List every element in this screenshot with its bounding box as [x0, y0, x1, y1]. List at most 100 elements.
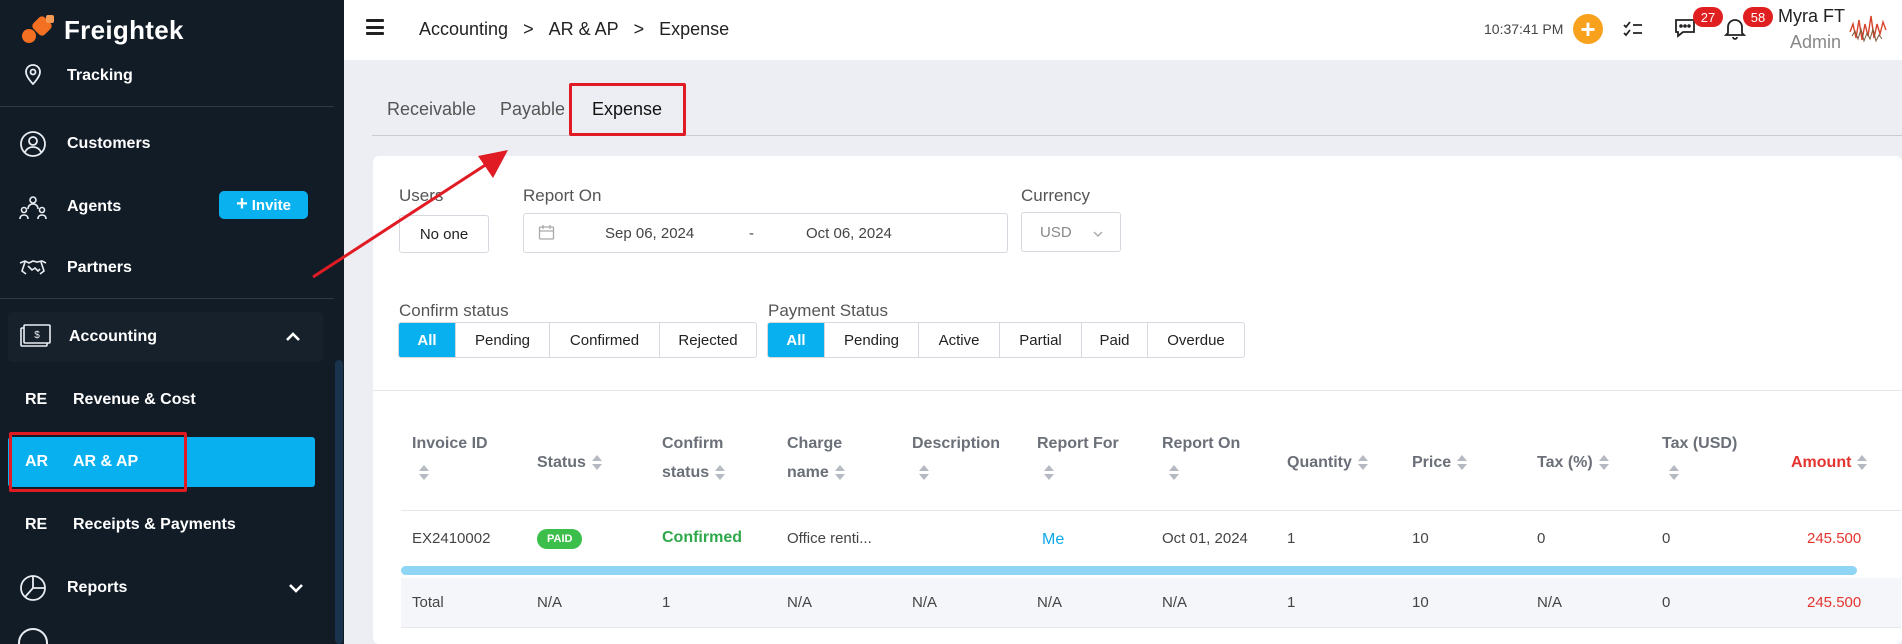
col-quantity[interactable]: Quantity	[1287, 448, 1368, 477]
sort-icon[interactable]	[1044, 464, 1054, 481]
sort-icon[interactable]	[834, 464, 845, 481]
chevron-up-icon[interactable]	[283, 327, 303, 347]
checklist-icon[interactable]	[1620, 15, 1646, 41]
sidebar-item-label: Reports	[67, 579, 128, 596]
confirm-filter-rejected[interactable]: Rejected	[660, 323, 756, 357]
col-label: Status	[537, 454, 586, 471]
sidebar-item-partners[interactable]: Partners	[0, 242, 334, 294]
subitem-label: Revenue & Cost	[73, 391, 196, 408]
user-name[interactable]: Myra FT	[1778, 6, 1845, 27]
avatar[interactable]	[1848, 12, 1888, 50]
breadcrumb-item[interactable]: AR & AP	[549, 19, 619, 40]
sidebar-scrollbar-thumb[interactable]	[335, 360, 343, 644]
date-from[interactable]: Sep 06, 2024	[605, 225, 694, 242]
tab-receivable[interactable]: Receivable	[387, 99, 476, 120]
payment-filter-paid[interactable]: Paid	[1082, 323, 1148, 357]
sort-icon[interactable]	[919, 464, 929, 481]
col-amount[interactable]: Amount	[1791, 448, 1868, 477]
cell-charge-name: Office renti...	[787, 530, 872, 547]
users-select[interactable]: No one	[399, 215, 489, 253]
breadcrumb-item[interactable]: Accounting	[419, 19, 508, 40]
col-label: Description	[912, 435, 1001, 452]
sort-icon[interactable]	[1169, 464, 1179, 481]
col-label: Invoice ID	[412, 435, 488, 452]
col-tax-usd[interactable]: Tax (USD)	[1662, 429, 1762, 487]
sidebar-item-tracking[interactable]: Tracking	[0, 50, 334, 102]
cell-report-on: Oct 01, 2024	[1162, 530, 1248, 547]
divider	[373, 390, 1902, 391]
table-horizontal-scrollbar[interactable]	[401, 566, 1857, 575]
payment-filter-active[interactable]: Active	[919, 323, 1000, 357]
confirm-filter-confirmed[interactable]: Confirmed	[550, 323, 660, 357]
total-description: N/A	[912, 594, 938, 611]
sort-icon[interactable]	[715, 464, 726, 481]
col-label: Price	[1412, 454, 1452, 471]
messages-badge: 27	[1693, 7, 1723, 27]
col-tax-pct[interactable]: Tax (%)	[1537, 448, 1609, 477]
total-quantity: 1	[1287, 594, 1296, 611]
sidebar-item-customers[interactable]: Customers	[0, 118, 334, 170]
sidebar-item-accounting[interactable]: $ Accounting	[8, 312, 323, 362]
clock: 10:37:41 PM	[1484, 21, 1564, 37]
col-report-on[interactable]: Report On	[1162, 429, 1262, 487]
users-value: No one	[419, 225, 469, 243]
col-invoice-id[interactable]: Invoice ID	[412, 429, 512, 487]
date-range-picker[interactable]: Sep 06, 2024 - Oct 06, 2024	[523, 213, 1008, 253]
payment-filter-all[interactable]: All	[768, 323, 825, 357]
total-tax-pct: N/A	[1537, 594, 1563, 611]
sidebar-item-label: Accounting	[69, 328, 157, 345]
payment-status-label: Payment Status	[768, 301, 889, 320]
add-button[interactable]: +	[1573, 14, 1603, 44]
payment-filter-overdue[interactable]: Overdue	[1148, 323, 1244, 357]
confirm-filter-pending[interactable]: Pending	[456, 323, 550, 357]
col-confirm-status[interactable]: Confirm status	[662, 429, 742, 487]
col-status[interactable]: Status	[537, 448, 602, 477]
currency-select[interactable]: USD	[1021, 212, 1121, 252]
report-for-link[interactable]: Me	[1042, 531, 1064, 549]
payment-status-filter: All Pending Active Partial Paid Overdue	[767, 322, 1245, 358]
invite-button[interactable]: + Invite	[219, 191, 308, 219]
cell-confirm-status: Confirmed	[662, 529, 742, 546]
date-to[interactable]: Oct 06, 2024	[806, 225, 892, 242]
divider	[0, 106, 334, 107]
confirm-filter-all[interactable]: All	[399, 323, 456, 357]
tab-payable[interactable]: Payable	[500, 99, 565, 120]
sort-icon[interactable]	[419, 464, 429, 481]
sort-icon[interactable]	[1598, 454, 1609, 471]
cell-amount: 245.500	[1807, 530, 1862, 547]
col-report-for[interactable]: Report For	[1037, 429, 1137, 487]
cell-quantity: 1	[1287, 530, 1296, 547]
col-description[interactable]: Description	[912, 429, 1012, 487]
menu-icon[interactable]	[366, 19, 384, 35]
sort-icon[interactable]	[1857, 454, 1868, 471]
sort-icon[interactable]	[591, 454, 602, 471]
top-bar: Accounting > AR & AP > Expense 10:37:41 …	[344, 0, 1902, 60]
col-charge-name[interactable]: Charge name	[787, 429, 867, 487]
sidebar-item-reports[interactable]: Reports	[0, 562, 334, 614]
users-label: Users	[399, 186, 444, 205]
payment-filter-partial[interactable]: Partial	[1000, 323, 1082, 357]
col-price[interactable]: Price	[1412, 448, 1468, 477]
sort-icon[interactable]	[1669, 464, 1679, 481]
annotation-box-expense-tab	[569, 83, 686, 136]
total-charge-name: N/A	[787, 594, 813, 611]
subitem-code: RE	[25, 391, 48, 408]
cell-tax-pct: 0	[1537, 530, 1546, 547]
col-label: status	[662, 464, 710, 481]
total-price: 10	[1412, 594, 1429, 611]
date-separator: -	[749, 225, 754, 242]
sort-icon[interactable]	[1457, 454, 1468, 471]
col-label: Amount	[1791, 454, 1852, 471]
payment-filter-pending[interactable]: Pending	[825, 323, 919, 357]
confirm-status-filter: All Pending Confirmed Rejected	[398, 322, 757, 358]
col-label: Confirm	[662, 435, 724, 452]
sort-icon[interactable]	[1357, 454, 1368, 471]
invite-label: Invite	[251, 196, 291, 214]
cell-tax-usd: 0	[1662, 530, 1671, 547]
sidebar-subitem-revenue-cost[interactable]: RE Revenue & Cost	[8, 375, 315, 425]
chevron-down-icon[interactable]	[286, 578, 306, 598]
brand[interactable]: Freightek	[22, 13, 184, 47]
report-on-label: Report On	[523, 186, 602, 205]
sidebar-subitem-receipts-payments[interactable]: RE Receipts & Payments	[8, 500, 315, 550]
breadcrumb-separator: >	[523, 19, 534, 39]
